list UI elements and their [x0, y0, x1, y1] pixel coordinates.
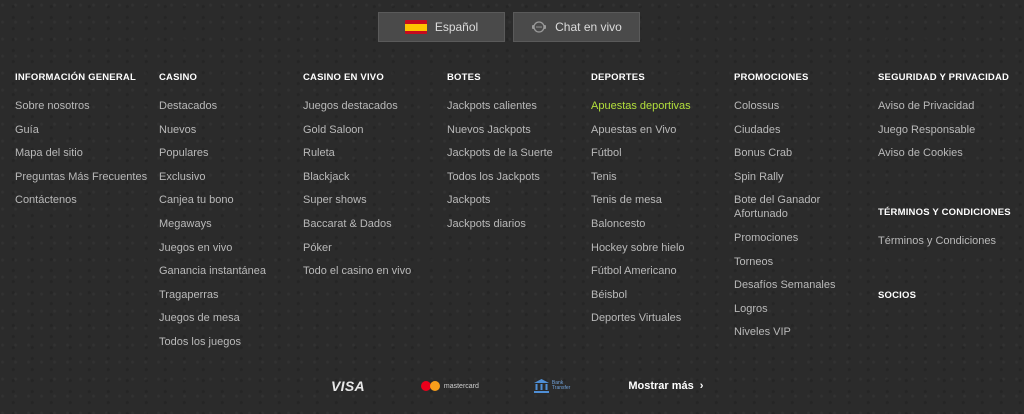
footer-link[interactable]: Apuestas en Vivo: [591, 123, 731, 137]
footer-link[interactable]: Super shows: [303, 193, 443, 207]
chat-support-icon: [532, 21, 547, 33]
footer-link[interactable]: Baloncesto: [591, 217, 731, 231]
footer-link[interactable]: Baccarat & Dados: [303, 217, 443, 231]
footer-link[interactable]: Gold Saloon: [303, 123, 443, 137]
footer-link[interactable]: Póker: [303, 241, 443, 255]
language-label: Español: [434, 20, 479, 34]
footer-link[interactable]: Spin Rally: [734, 170, 874, 184]
footer-link[interactable]: Juego Responsable: [878, 123, 1018, 137]
chat-label: Chat en vivo: [555, 20, 622, 34]
footer-link[interactable]: Ciudades: [734, 123, 874, 137]
footer-link[interactable]: Tenis: [591, 170, 731, 184]
footer-link[interactable]: Contáctenos: [15, 193, 155, 207]
visa-logo: VISA: [331, 378, 365, 394]
language-chat-bar: Español Chat en vivo: [378, 12, 640, 42]
mastercard-circle-orange: [429, 381, 440, 391]
footer-link[interactable]: Promociones: [734, 231, 874, 245]
language-selector-button[interactable]: Español: [378, 12, 505, 42]
footer-link[interactable]: Mapa del sitio: [15, 146, 155, 160]
column-title: CASINO EN VIVO: [303, 72, 384, 83]
footer-link[interactable]: Términos y Condiciones: [878, 234, 1018, 248]
footer-link[interactable]: Juegos de mesa: [159, 311, 299, 325]
footer-link[interactable]: Béisbol: [591, 288, 731, 302]
footer-link[interactable]: Fútbol: [591, 146, 731, 160]
column-informacion-general: INFORMACIÓN GENERAL Sobre nosotros Guía …: [15, 72, 155, 217]
footer-link[interactable]: Destacados: [159, 99, 299, 113]
footer-link[interactable]: Tragaperras: [159, 288, 299, 302]
column-title: BOTES: [447, 72, 481, 83]
footer-link[interactable]: Preguntas Más Frecuentes: [15, 170, 155, 184]
column-title: DEPORTES: [591, 72, 645, 83]
column-title: INFORMACIÓN GENERAL: [15, 72, 136, 83]
mastercard-text: mastercard: [443, 382, 479, 390]
footer-link-active[interactable]: Apuestas deportivas: [591, 99, 731, 113]
show-more-label: Mostrar más: [628, 380, 694, 392]
payment-methods-row: VISA mastercard Bank Transfer Mostrar más…: [331, 378, 703, 394]
footer-link[interactable]: Juegos en vivo: [159, 241, 299, 255]
footer-link[interactable]: Blackjack: [303, 170, 443, 184]
footer-link[interactable]: Tenis de mesa: [591, 193, 731, 207]
column-casino-en-vivo: CASINO EN VIVO Juegos destacados Gold Sa…: [303, 72, 443, 288]
footer-link[interactable]: Megaways: [159, 217, 299, 231]
footer-link[interactable]: Jackpots de la Suerte: [447, 146, 587, 160]
footer-link[interactable]: Bote del Ganador Afortunado: [734, 193, 829, 221]
footer-link[interactable]: Aviso de Privacidad: [878, 99, 1018, 113]
column-title: CASINO: [159, 72, 198, 83]
footer-link[interactable]: Hockey sobre hielo: [591, 241, 731, 255]
mastercard-logo: mastercard: [420, 381, 479, 391]
column-deportes: DEPORTES Apuestas deportivas Apuestas en…: [591, 72, 731, 335]
footer-link[interactable]: Deportes Virtuales: [591, 311, 731, 325]
footer-link[interactable]: Ganancia instantánea: [159, 264, 299, 278]
partners-title: SOCIOS: [878, 290, 917, 302]
footer-link[interactable]: Populares: [159, 146, 299, 160]
show-more-button[interactable]: Mostrar más ›: [628, 380, 703, 392]
column-title: PROMOCIONES: [734, 72, 809, 83]
column-casino: CASINO Destacados Nuevos Populares Exclu…: [159, 72, 299, 359]
footer-link[interactable]: Torneos: [734, 255, 874, 269]
footer-link[interactable]: Todos los juegos: [159, 335, 299, 349]
footer-link[interactable]: Exclusivo: [159, 170, 299, 184]
footer-link[interactable]: Todos los Jackpots: [447, 170, 587, 184]
footer-link[interactable]: Desafíos Semanales: [734, 278, 874, 292]
spain-flag-icon: [404, 20, 427, 34]
bank-text-line2: Transfer: [551, 385, 571, 391]
footer-link[interactable]: Logros: [734, 302, 874, 316]
footer-link[interactable]: Aviso de Cookies: [878, 146, 1018, 160]
footer-link[interactable]: Sobre nosotros: [15, 99, 155, 113]
terms-title: TÉRMINOS Y CONDICIONES: [878, 207, 1011, 219]
footer-link[interactable]: Colossus: [734, 99, 874, 113]
footer-link[interactable]: Jackpots calientes: [447, 99, 587, 113]
footer-link[interactable]: Guía: [15, 123, 155, 137]
column-title: SEGURIDAD Y PRIVACIDAD: [878, 72, 1010, 83]
footer-link[interactable]: Canjea tu bono: [159, 193, 299, 207]
bank-transfer-text: Bank Transfer: [552, 381, 570, 391]
footer-link[interactable]: Nuevos Jackpots: [447, 123, 587, 137]
column-promociones: PROMOCIONES Colossus Ciudades Bonus Crab…: [734, 72, 874, 349]
column-seguridad-privacidad: SEGURIDAD Y PRIVACIDAD Aviso de Privacid…: [878, 72, 1018, 317]
footer-link[interactable]: Bonus Crab: [734, 146, 874, 160]
footer-link[interactable]: Juegos destacados: [303, 99, 443, 113]
footer-link[interactable]: Jackpots: [447, 193, 587, 207]
footer-link[interactable]: Fútbol Americano: [591, 264, 731, 278]
bank-transfer-logo: Bank Transfer: [533, 379, 570, 393]
chevron-right-icon: ›: [699, 380, 704, 392]
column-botes: BOTES Jackpots calientes Nuevos Jackpots…: [447, 72, 587, 241]
live-chat-button[interactable]: Chat en vivo: [513, 12, 640, 42]
footer-link[interactable]: Niveles VIP: [734, 325, 874, 339]
bank-icon: [533, 379, 549, 393]
footer-link[interactable]: Ruleta: [303, 146, 443, 160]
footer-link[interactable]: Todo el casino en vivo: [303, 264, 443, 278]
footer-link[interactable]: Nuevos: [159, 123, 299, 137]
footer-link[interactable]: Jackpots diarios: [447, 217, 587, 231]
